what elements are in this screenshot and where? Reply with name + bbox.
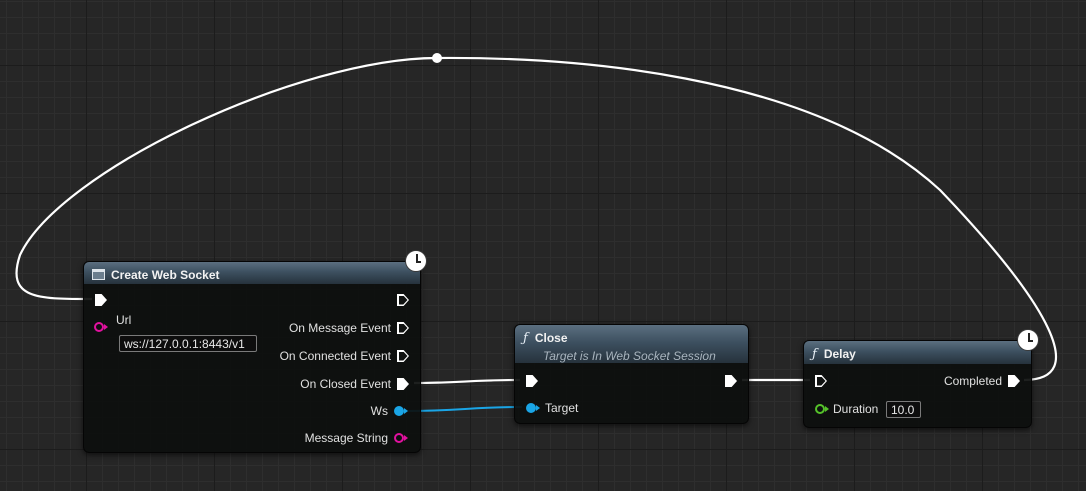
completed-label: Completed	[943, 374, 1002, 388]
close-exec-in-row	[526, 372, 538, 390]
clock-icon	[1017, 329, 1039, 351]
url-pin-row: Url	[94, 313, 131, 336]
message-string-row: Message String	[305, 429, 408, 447]
url-pin[interactable]	[94, 321, 108, 333]
close-subtitle: Target is In Web Socket Session	[543, 349, 716, 363]
on-message-event-pin[interactable]	[397, 322, 409, 334]
duration-input[interactable]: 10.0	[886, 401, 921, 418]
url-input[interactable]: ws://127.0.0.1:8443/v1	[119, 335, 257, 352]
close-title: Close	[534, 331, 568, 345]
on-connected-event-label: On Connected Event	[279, 349, 391, 363]
function-icon: ƒ	[812, 347, 817, 362]
exec-out-pin-row	[397, 291, 409, 309]
close-exec-in-pin[interactable]	[526, 375, 538, 387]
delay-exec-in-row	[815, 372, 827, 390]
close-node[interactable]: ƒ Close Target is In Web Socket Session T…	[514, 324, 749, 424]
target-row: Target	[526, 399, 578, 417]
exec-in-pin[interactable]	[95, 294, 107, 306]
duration-row: Duration	[815, 400, 878, 418]
on-connected-event-pin[interactable]	[397, 350, 409, 362]
ws-pin[interactable]	[394, 405, 408, 417]
wire-ws-to-target[interactable]	[405, 406, 523, 412]
url-label: Url	[116, 313, 132, 327]
close-exec-out-pin[interactable]	[725, 375, 737, 387]
target-label: Target	[545, 401, 579, 415]
event-box-icon	[92, 269, 105, 280]
wire-closed-to-close[interactable]	[413, 378, 521, 385]
completed-row: Completed	[944, 372, 1020, 390]
create-web-socket-header[interactable]: Create Web Socket	[84, 262, 420, 284]
exec-in-pin-row	[95, 291, 107, 309]
message-string-pin[interactable]	[394, 432, 408, 444]
delay-exec-in-pin[interactable]	[815, 375, 827, 387]
close-header[interactable]: ƒ Close Target is In Web Socket Session	[515, 325, 748, 363]
on-connected-event-row: On Connected Event	[280, 347, 409, 365]
delay-header[interactable]: ƒ Delay	[804, 341, 1031, 364]
duration-label: Duration	[833, 402, 879, 416]
target-pin[interactable]	[526, 402, 540, 414]
delay-title: Delay	[823, 347, 856, 361]
on-closed-event-row: On Closed Event	[300, 375, 409, 393]
completed-pin[interactable]	[1008, 375, 1020, 387]
clock-icon	[405, 250, 427, 272]
exec-out-pin[interactable]	[397, 294, 409, 306]
create-web-socket-title: Create Web Socket	[111, 268, 220, 282]
close-exec-out-row	[725, 372, 737, 390]
function-icon: ƒ	[523, 331, 528, 346]
create-web-socket-node[interactable]: Create Web Socket Url ws://127.0.0.1:844…	[83, 250, 427, 453]
on-message-event-label: On Message Event	[288, 321, 391, 335]
delay-node[interactable]: ƒ Delay Completed Duration 10.0	[803, 329, 1039, 428]
ws-label: Ws	[370, 404, 388, 418]
on-closed-event-pin[interactable]	[397, 378, 409, 390]
duration-pin[interactable]	[815, 403, 829, 415]
message-string-label: Message String	[304, 431, 388, 445]
ws-row: Ws	[371, 402, 408, 420]
on-message-event-row: On Message Event	[289, 319, 409, 337]
reroute-node[interactable]	[432, 53, 442, 63]
on-closed-event-label: On Closed Event	[300, 377, 391, 391]
